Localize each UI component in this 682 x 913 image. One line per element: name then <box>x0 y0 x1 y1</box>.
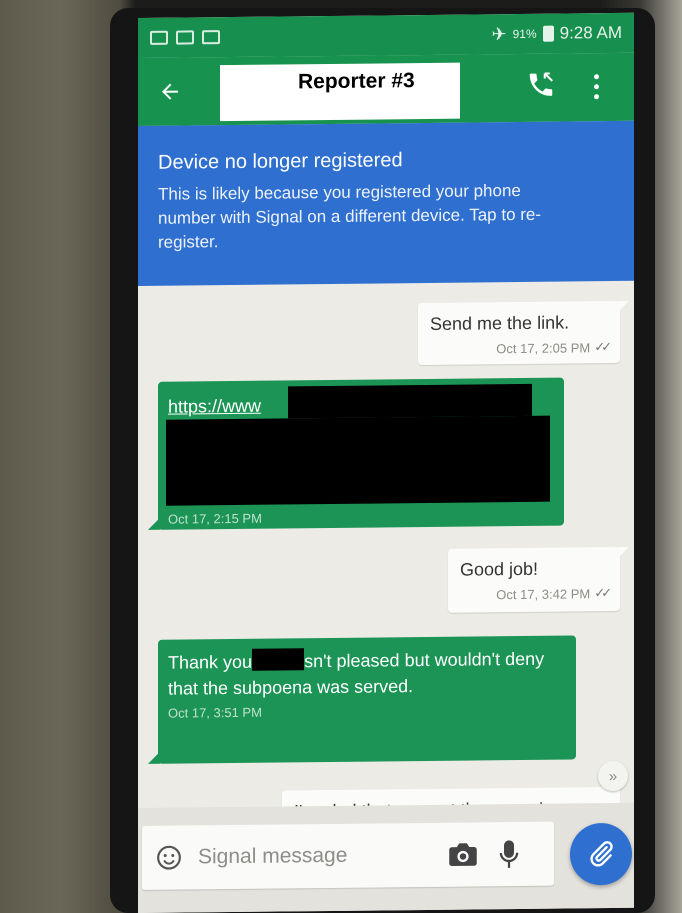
more-vert-icon <box>593 73 599 79</box>
camera-icon[interactable] <box>448 841 478 867</box>
delivered-check-icon: ✓✓ <box>594 339 608 355</box>
message-meta: Oct 17, 2:15 PM <box>168 511 262 527</box>
message-text: Thank you sn't pleased but wouldn't deny … <box>168 646 566 702</box>
message-timestamp: Oct 17, 3:51 PM <box>168 704 262 721</box>
status-bar: ✈ 91% 9:28 AM <box>138 12 634 58</box>
banner-title: Device no longer registered <box>158 149 403 174</box>
battery-charging-icon <box>542 25 554 42</box>
airplane-mode-icon: ✈ <box>491 23 507 44</box>
message-bubble-incoming[interactable]: Thank you sn't pleased but wouldn't deny … <box>148 635 576 764</box>
message-timestamp: Oct 17, 2:15 PM <box>168 510 262 527</box>
bubble-tail <box>619 300 629 311</box>
message-meta: Oct 17, 3:51 PM <box>168 702 566 721</box>
battery-percent: 91% <box>512 26 537 42</box>
overflow-menu-button[interactable] <box>586 69 606 103</box>
chevron-double-down-icon: » <box>608 767 618 785</box>
conversation-title[interactable]: Reporter #3 <box>298 69 415 94</box>
message-meta: Oct 17, 3:42 PM ✓✓ <box>460 585 608 603</box>
status-indicators: ✈ 91% 9:28 AM <box>492 22 623 44</box>
compose-box <box>142 821 554 890</box>
status-time: 9:28 AM <box>559 22 622 43</box>
message-text: Send me the link. <box>430 312 570 334</box>
reregister-banner[interactable]: Device no longer registered This is like… <box>138 120 634 286</box>
message-timestamp: Oct 17, 2:05 PM <box>496 339 591 356</box>
message-meta: Oct 17, 2:05 PM ✓✓ <box>430 339 608 357</box>
message-input[interactable] <box>198 842 438 870</box>
scroll-to-bottom-button[interactable]: » <box>598 760 628 792</box>
paperclip-icon <box>590 841 613 867</box>
bubble-tail <box>148 517 160 530</box>
redaction-block <box>166 415 550 506</box>
message-bubble-outgoing[interactable]: Send me the link. Oct 17, 2:05 PM ✓✓ <box>418 300 629 366</box>
notification-icons <box>150 30 220 45</box>
message-bubble-outgoing[interactable]: Good job! Oct 17, 3:42 PM ✓✓ <box>448 546 629 613</box>
message-text-part: Thank you <box>168 651 253 673</box>
compose-area <box>138 802 634 913</box>
delivered-check-icon: ✓✓ <box>594 585 608 601</box>
email-icon <box>150 30 168 45</box>
redaction-block <box>252 648 305 671</box>
message-bubble-incoming[interactable]: https://www Oct 17, 2:15 PM <box>148 377 564 530</box>
phone-icon <box>529 72 553 96</box>
redaction-block <box>288 383 532 419</box>
message-text: Good job! <box>460 558 539 580</box>
message-timestamp: Oct 17, 3:42 PM <box>496 585 591 602</box>
smiley-icon[interactable] <box>156 845 182 871</box>
bubble-tail <box>148 751 160 764</box>
bubble-tail <box>619 546 629 557</box>
attach-button[interactable] <box>570 822 632 886</box>
calendar-icon <box>202 30 220 45</box>
banner-message: This is likely because you registered yo… <box>158 180 542 252</box>
conversation-toolbar: Reporter #3 <box>138 52 634 126</box>
microphone-icon[interactable] <box>498 839 520 869</box>
mail-icon <box>176 30 194 45</box>
message-list[interactable]: Send me the link. Oct 17, 2:05 PM ✓✓ htt… <box>138 281 634 833</box>
back-button[interactable] <box>138 57 202 126</box>
phone-screen: ✈ 91% 9:28 AM Reporter #3 Device no long… <box>138 12 634 913</box>
call-button[interactable] <box>526 70 560 104</box>
arrow-left-icon <box>162 83 178 100</box>
